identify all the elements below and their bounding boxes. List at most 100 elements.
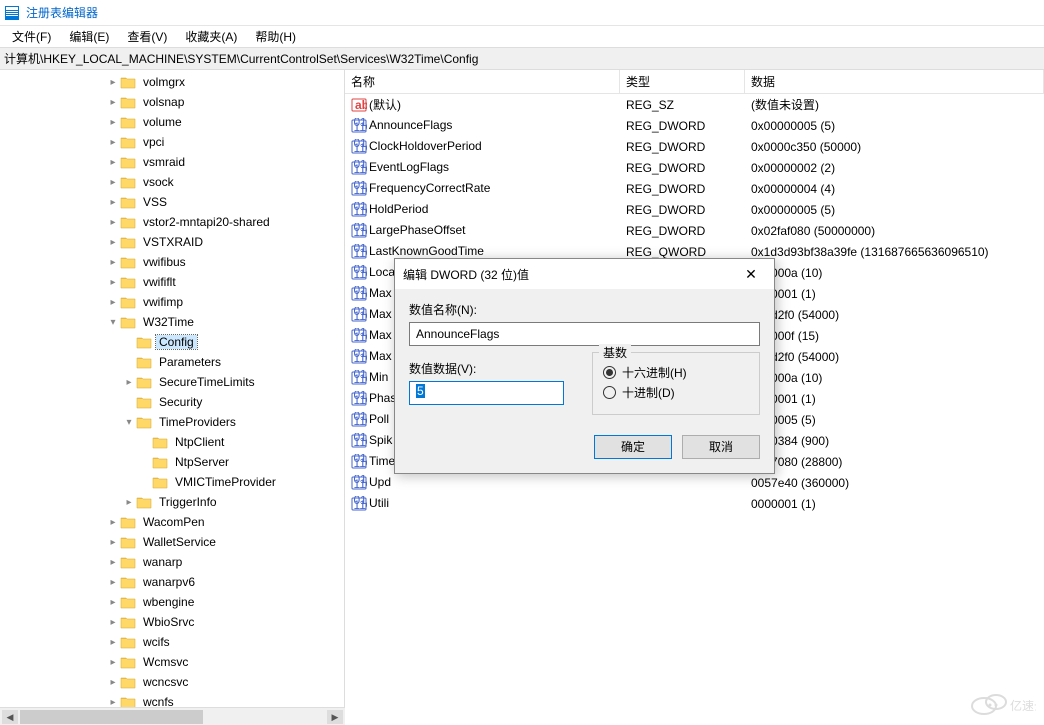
expander-icon[interactable]: ▾ (122, 417, 136, 428)
expander-icon[interactable]: ▸ (106, 157, 120, 168)
tree-item-ntpclient[interactable]: NtpClient (0, 432, 344, 452)
tree-item-vstxraid[interactable]: ▸VSTXRAID (0, 232, 344, 252)
tree-item-wcnfs[interactable]: ▸wcnfs (0, 692, 344, 707)
scroll-right-button[interactable]: ▶ (327, 710, 343, 724)
column-header-name[interactable]: 名称 (345, 70, 620, 93)
tree-item-w32time[interactable]: ▾W32Time (0, 312, 344, 332)
expander-icon[interactable]: ▸ (106, 297, 120, 308)
expander-icon[interactable]: ▸ (106, 577, 120, 588)
tree-item-vsmraid[interactable]: ▸vsmraid (0, 152, 344, 172)
list-row[interactable]: 011110LargePhaseOffsetREG_DWORD0x02faf08… (345, 220, 1044, 241)
tree-item-parameters[interactable]: Parameters (0, 352, 344, 372)
tree-item-wanarpv6[interactable]: ▸wanarpv6 (0, 572, 344, 592)
expander-icon[interactable]: ▸ (106, 277, 120, 288)
expander-icon[interactable]: ▸ (106, 597, 120, 608)
scroll-left-button[interactable]: ◀ (2, 710, 18, 724)
list-row[interactable]: 011110ClockHoldoverPeriodREG_DWORD0x0000… (345, 136, 1044, 157)
tree-item-securetimelimits[interactable]: ▸SecureTimeLimits (0, 372, 344, 392)
tree-item-vsock[interactable]: ▸vsock (0, 172, 344, 192)
folder-icon (120, 175, 136, 189)
tree-item-timeproviders[interactable]: ▾TimeProviders (0, 412, 344, 432)
list-row[interactable]: 011110EventLogFlagsREG_DWORD0x00000002 (… (345, 157, 1044, 178)
cancel-button[interactable]: 取消 (682, 435, 760, 459)
expander-icon[interactable]: ▸ (106, 77, 120, 88)
list-row[interactable]: 011110HoldPeriodREG_DWORD0x00000005 (5) (345, 199, 1044, 220)
expander-icon[interactable]: ▸ (106, 657, 120, 668)
tree-label: wanarp (140, 555, 185, 569)
expander-icon[interactable]: ▸ (106, 557, 120, 568)
column-header-data[interactable]: 数据 (745, 70, 1044, 93)
expander-icon[interactable]: ▸ (106, 117, 120, 128)
menu-file[interactable]: 文件(F) (6, 26, 57, 47)
scroll-thumb[interactable] (20, 710, 203, 724)
tree-item-config[interactable]: Config (0, 332, 344, 352)
expander-icon[interactable]: ▸ (122, 497, 136, 508)
tree-item-triggerinfo[interactable]: ▸TriggerInfo (0, 492, 344, 512)
menu-favorites[interactable]: 收藏夹(A) (179, 26, 243, 47)
data-input[interactable]: 5 (409, 381, 564, 405)
menu-view[interactable]: 查看(V) (121, 26, 173, 47)
binary-value-icon: 011110 (351, 160, 367, 176)
tree-panel[interactable]: ▸volmgrx▸volsnap▸volume▸vpci▸vsmraid▸vso… (0, 70, 345, 707)
tree-item-wcifs[interactable]: ▸wcifs (0, 632, 344, 652)
folder-icon (120, 555, 136, 569)
tree-item-volume[interactable]: ▸volume (0, 112, 344, 132)
expander-icon[interactable]: ▸ (122, 377, 136, 388)
expander-icon[interactable]: ▸ (106, 237, 120, 248)
scroll-track[interactable] (20, 710, 325, 724)
expander-icon[interactable]: ▾ (106, 317, 120, 328)
expander-icon[interactable]: ▸ (106, 197, 120, 208)
expander-icon[interactable]: ▸ (106, 537, 120, 548)
ok-button[interactable]: 确定 (594, 435, 672, 459)
expander-icon[interactable]: ▸ (106, 677, 120, 688)
tree-item-wbengine[interactable]: ▸wbengine (0, 592, 344, 612)
expander-icon[interactable]: ▸ (106, 137, 120, 148)
dialog-titlebar[interactable]: 编辑 DWORD (32 位)值 ✕ (395, 259, 774, 289)
expander-icon[interactable]: ▸ (106, 637, 120, 648)
list-row[interactable]: 011110Upd0057e40 (360000) (345, 472, 1044, 493)
tree-item-volmgrx[interactable]: ▸volmgrx (0, 72, 344, 92)
tree-item-wcncsvc[interactable]: ▸wcncsvc (0, 672, 344, 692)
value-name: Phas (369, 391, 396, 405)
expander-icon[interactable]: ▸ (106, 517, 120, 528)
tree-item-security[interactable]: Security (0, 392, 344, 412)
tree-item-vss[interactable]: ▸VSS (0, 192, 344, 212)
expander-icon[interactable]: ▸ (106, 177, 120, 188)
tree-item-wanarp[interactable]: ▸ wanarp (0, 552, 344, 572)
tree-horizontal-scrollbar[interactable]: ◀ ▶ (0, 707, 345, 725)
tree-item-vwifimp[interactable]: ▸vwifimp (0, 292, 344, 312)
tree-item-vmictimeprovider[interactable]: VMICTimeProvider (0, 472, 344, 492)
expander-icon[interactable]: ▸ (106, 697, 120, 708)
radio-dec[interactable]: 十进制(D) (603, 384, 749, 401)
address-prefix: 计算机 (4, 50, 40, 67)
base-fieldset: 基数 十六进制(H) 十进制(D) (592, 352, 760, 415)
tree-item-volsnap[interactable]: ▸volsnap (0, 92, 344, 112)
expander-icon[interactable]: ▸ (106, 97, 120, 108)
list-row[interactable]: 011110AnnounceFlagsREG_DWORD0x00000005 (… (345, 115, 1044, 136)
tree-item-vstor2-mntapi20-shared[interactable]: ▸vstor2-mntapi20-shared (0, 212, 344, 232)
expander-icon[interactable]: ▸ (106, 617, 120, 628)
name-input[interactable] (409, 322, 760, 346)
address-bar[interactable]: 计算机\HKEY_LOCAL_MACHINE\SYSTEM\CurrentCon… (0, 48, 1044, 70)
folder-icon (120, 635, 136, 649)
radio-hex-label: 十六进制(H) (622, 364, 687, 381)
list-row[interactable]: 011110Utili0000001 (1) (345, 493, 1044, 514)
tree-item-vpci[interactable]: ▸vpci (0, 132, 344, 152)
tree-item-wcmsvc[interactable]: ▸Wcmsvc (0, 652, 344, 672)
tree-item-vwifibus[interactable]: ▸vwifibus (0, 252, 344, 272)
value-data: 0007080 (28800) (745, 455, 1044, 469)
expander-icon[interactable]: ▸ (106, 217, 120, 228)
list-row[interactable]: 011110FrequencyCorrectRateREG_DWORD0x000… (345, 178, 1044, 199)
list-row[interactable]: ab(默认)REG_SZ(数值未设置) (345, 94, 1044, 115)
column-header-type[interactable]: 类型 (620, 70, 745, 93)
dialog-close-button[interactable]: ✕ (736, 266, 766, 283)
menu-edit[interactable]: 编辑(E) (63, 26, 115, 47)
tree-item-wacompen[interactable]: ▸WacomPen (0, 512, 344, 532)
radio-hex[interactable]: 十六进制(H) (603, 364, 749, 381)
expander-icon[interactable]: ▸ (106, 257, 120, 268)
tree-item-walletservice[interactable]: ▸WalletService (0, 532, 344, 552)
menu-help[interactable]: 帮助(H) (249, 26, 302, 47)
tree-item-ntpserver[interactable]: NtpServer (0, 452, 344, 472)
tree-item-wbiosrvc[interactable]: ▸WbioSrvc (0, 612, 344, 632)
tree-item-vwififlt[interactable]: ▸vwififlt (0, 272, 344, 292)
